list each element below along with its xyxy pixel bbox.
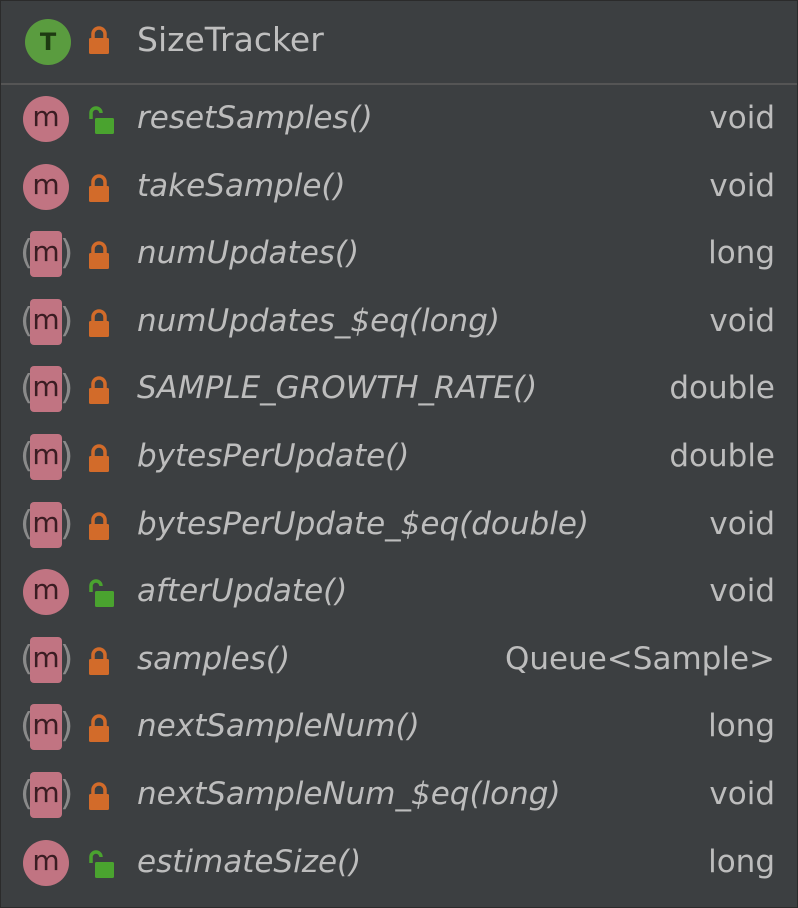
method-icon: m bbox=[23, 839, 69, 886]
member-row[interactable]: () m samples() Queue<Sample> bbox=[1, 626, 797, 694]
method-icon: m bbox=[23, 163, 69, 210]
class-title: SizeTracker bbox=[137, 20, 324, 59]
member-name: takeSample() bbox=[137, 167, 346, 204]
member-return-type: Queue<Sample> bbox=[504, 640, 775, 677]
member-return-type: double bbox=[669, 437, 775, 474]
abstract-method-icon: () m bbox=[20, 771, 73, 818]
member-row[interactable]: m afterUpdate() void bbox=[1, 558, 797, 626]
private-lock-icon bbox=[87, 173, 111, 205]
abstract-method-icon: () m bbox=[20, 433, 73, 480]
private-lock-icon bbox=[87, 713, 111, 745]
member-return-type: void bbox=[709, 302, 775, 339]
private-lock-icon bbox=[87, 375, 111, 407]
private-lock-icon bbox=[87, 25, 111, 57]
abstract-method-icon: () m bbox=[20, 501, 73, 548]
member-name: bytesPerUpdate() bbox=[137, 437, 410, 474]
public-lock-icon bbox=[87, 849, 115, 881]
member-name: resetSamples() bbox=[137, 100, 373, 136]
public-lock-icon bbox=[87, 578, 115, 610]
member-name: numUpdates_$eq(long) bbox=[137, 302, 500, 339]
member-row[interactable]: () m numUpdates_$eq(long) void bbox=[1, 288, 797, 356]
member-return-type: void bbox=[709, 573, 775, 610]
member-row[interactable]: () m numUpdates() long bbox=[1, 220, 797, 288]
member-list: m resetSamples() void m takeSample() void()… bbox=[1, 85, 797, 896]
member-row[interactable]: () m bytesPerUpdate_$eq(double) void bbox=[1, 491, 797, 559]
member-return-type: void bbox=[709, 775, 775, 812]
abstract-method-icon: () m bbox=[20, 366, 73, 413]
private-lock-icon bbox=[87, 308, 111, 340]
member-name: samples() bbox=[137, 640, 291, 677]
public-lock-icon bbox=[87, 105, 115, 137]
member-return-type: double bbox=[669, 370, 775, 407]
private-lock-icon bbox=[87, 511, 111, 543]
member-return-type: void bbox=[709, 100, 775, 136]
member-return-type: long bbox=[708, 843, 775, 880]
structure-popup: T SizeTracker m resetSamples() void m take… bbox=[0, 0, 798, 908]
member-name: numUpdates() bbox=[137, 235, 360, 272]
member-row[interactable]: () m nextSampleNum_$eq(long) void bbox=[1, 761, 797, 829]
private-lock-icon bbox=[87, 781, 111, 813]
private-lock-icon bbox=[87, 443, 111, 475]
member-name: bytesPerUpdate_$eq(double) bbox=[137, 505, 589, 542]
member-row[interactable]: m estimateSize() long bbox=[1, 829, 797, 897]
member-row[interactable]: m resetSamples() void bbox=[1, 85, 797, 153]
member-name: nextSampleNum_$eq(long) bbox=[137, 775, 561, 812]
popup-header: T SizeTracker bbox=[1, 1, 797, 85]
member-row[interactable]: () m bytesPerUpdate() double bbox=[1, 423, 797, 491]
member-row[interactable]: () m nextSampleNum() long bbox=[1, 693, 797, 761]
abstract-method-icon: () m bbox=[20, 231, 73, 278]
method-icon: m bbox=[23, 96, 69, 142]
method-icon: m bbox=[23, 569, 69, 616]
private-lock-icon bbox=[87, 646, 111, 678]
member-name: afterUpdate() bbox=[137, 573, 348, 610]
member-row[interactable]: m takeSample() void bbox=[1, 153, 797, 221]
member-return-type: long bbox=[708, 235, 775, 272]
abstract-method-icon: () m bbox=[20, 298, 73, 345]
class-trait-icon: T bbox=[25, 19, 71, 65]
private-lock-icon bbox=[87, 240, 111, 272]
member-name: nextSampleNum() bbox=[137, 708, 420, 745]
member-row[interactable]: () m SAMPLE_GROWTH_RATE() double bbox=[1, 355, 797, 423]
member-return-type: long bbox=[708, 708, 775, 745]
abstract-method-icon: () m bbox=[20, 704, 73, 751]
member-name: estimateSize() bbox=[137, 843, 362, 880]
member-return-type: void bbox=[709, 167, 775, 204]
abstract-method-icon: () m bbox=[20, 636, 73, 683]
member-name: SAMPLE_GROWTH_RATE() bbox=[137, 370, 538, 407]
member-return-type: void bbox=[709, 505, 775, 542]
